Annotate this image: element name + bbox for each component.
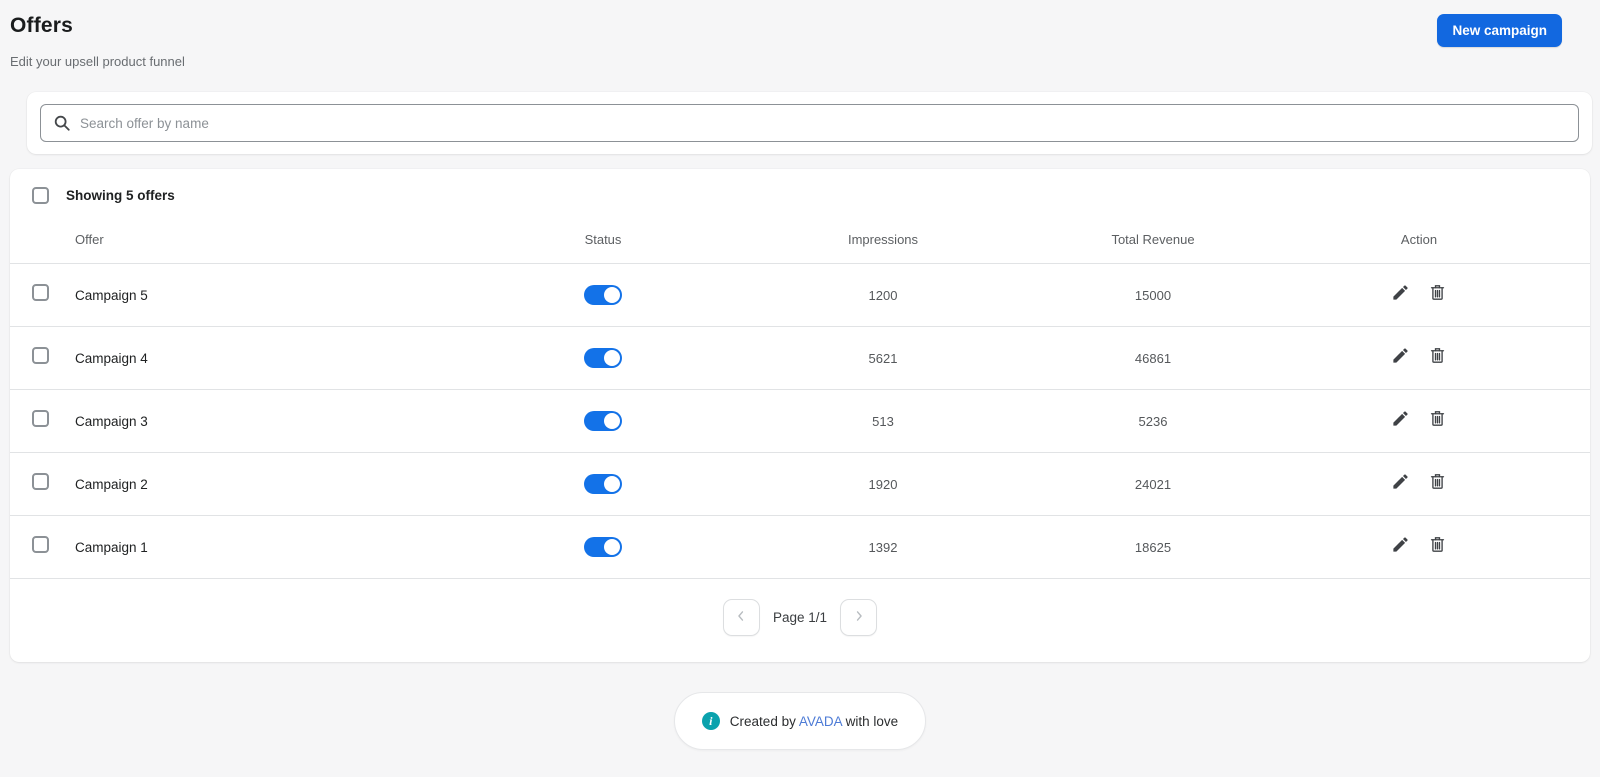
trash-icon: [1428, 472, 1447, 494]
delete-button[interactable]: [1428, 472, 1447, 494]
impressions-value: 1392: [868, 539, 898, 555]
column-header-action: Action: [1400, 232, 1438, 247]
search-box[interactable]: [40, 104, 1579, 142]
edit-button[interactable]: [1391, 283, 1410, 305]
new-campaign-button[interactable]: New campaign: [1437, 14, 1562, 47]
table-row: Campaign 3 513 5236: [10, 390, 1590, 453]
page-title: Offers: [10, 14, 74, 37]
offers-count-label: Showing 5 offers: [66, 188, 175, 203]
total-revenue-value: 18625: [1134, 539, 1172, 555]
column-header-impressions: Impressions: [847, 232, 919, 247]
created-by-suffix: with love: [845, 713, 899, 729]
total-revenue-value: 15000: [1134, 287, 1172, 303]
toggle-knob: [604, 350, 620, 366]
status-toggle[interactable]: [584, 285, 622, 305]
status-toggle[interactable]: [584, 474, 622, 494]
impressions-value: 1200: [868, 287, 898, 303]
offer-name: Campaign 4: [75, 350, 148, 366]
delete-button[interactable]: [1428, 283, 1447, 305]
delete-button[interactable]: [1428, 346, 1447, 368]
offer-name: Campaign 2: [75, 476, 148, 492]
chevron-left-icon: [734, 609, 748, 626]
status-toggle[interactable]: [584, 537, 622, 557]
pencil-icon: [1391, 346, 1410, 368]
pencil-icon: [1391, 283, 1410, 305]
column-header-offer: Offer: [75, 232, 104, 247]
footer: i Created by AVADA with love: [0, 692, 1600, 750]
toggle-knob: [604, 539, 620, 555]
row-checkbox[interactable]: [32, 473, 49, 490]
total-revenue-value: 24021: [1134, 476, 1172, 492]
edit-button[interactable]: [1391, 409, 1410, 431]
offer-name: Campaign 3: [75, 413, 148, 429]
row-checkbox[interactable]: [32, 347, 49, 364]
search-input[interactable]: [80, 115, 1566, 131]
created-by-prefix: Created by: [729, 713, 796, 729]
chevron-right-icon: [852, 609, 866, 626]
column-header-status: Status: [584, 232, 622, 247]
total-revenue-value: 5236: [1138, 413, 1168, 429]
page-indicator: Page 1/1: [772, 610, 828, 625]
total-revenue-value: 46861: [1134, 350, 1172, 366]
delete-button[interactable]: [1428, 535, 1447, 557]
pagination: Page 1/1: [10, 599, 1590, 636]
impressions-value: 5621: [868, 350, 898, 366]
impressions-value: 513: [872, 413, 894, 429]
row-checkbox[interactable]: [32, 410, 49, 427]
offer-name: Campaign 1: [75, 539, 148, 555]
page-subtitle: Edit your upsell product funnel: [10, 54, 185, 69]
table-row: Campaign 5 1200 15000: [10, 264, 1590, 327]
search-card: [27, 92, 1592, 154]
info-icon: i: [701, 712, 720, 730]
trash-icon: [1428, 535, 1447, 557]
toggle-knob: [604, 287, 620, 303]
pencil-icon: [1391, 472, 1410, 494]
toggle-knob: [604, 413, 620, 429]
table-row: Campaign 1 1392 18625: [10, 516, 1590, 579]
trash-icon: [1428, 409, 1447, 431]
column-header-total-revenue: Total Revenue: [1111, 232, 1195, 247]
prev-page-button[interactable]: [722, 599, 760, 636]
status-toggle[interactable]: [584, 411, 622, 431]
edit-button[interactable]: [1391, 535, 1410, 557]
offer-name: Campaign 5: [75, 287, 148, 303]
row-checkbox[interactable]: [32, 536, 49, 553]
edit-button[interactable]: [1391, 346, 1410, 368]
pencil-icon: [1391, 535, 1410, 557]
status-toggle[interactable]: [584, 348, 622, 368]
table-summary-row: Showing 5 offers: [10, 169, 1590, 216]
table-header-row: Offer Status Impressions Total Revenue A…: [10, 216, 1590, 264]
search-icon: [53, 114, 71, 132]
pencil-icon: [1391, 409, 1410, 431]
trash-icon: [1428, 346, 1447, 368]
row-checkbox[interactable]: [32, 284, 49, 301]
delete-button[interactable]: [1428, 409, 1447, 431]
toggle-knob: [604, 476, 620, 492]
edit-button[interactable]: [1391, 472, 1410, 494]
next-page-button[interactable]: [840, 599, 878, 636]
trash-icon: [1428, 283, 1447, 305]
impressions-value: 1920: [868, 476, 898, 492]
created-by-text: Created by AVADA with love: [730, 714, 898, 729]
select-all-checkbox[interactable]: [32, 187, 49, 204]
avada-brand-link[interactable]: AVADA: [799, 714, 842, 729]
table-row: Campaign 2 1920 24021: [10, 453, 1590, 516]
page-header: Offers New campaign: [0, 0, 1600, 47]
offers-table-card: Showing 5 offers Offer Status Impression…: [10, 169, 1590, 662]
created-by-badge: i Created by AVADA with love: [673, 692, 927, 750]
table-row: Campaign 4 5621 46861: [10, 327, 1590, 390]
